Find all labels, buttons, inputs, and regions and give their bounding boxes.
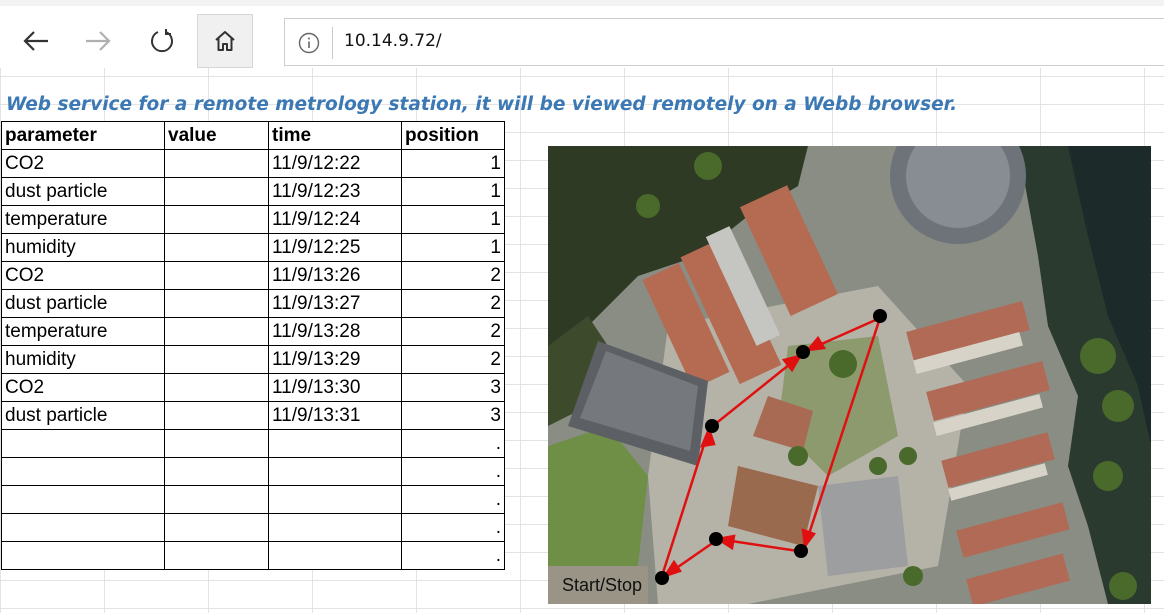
cell-position: . — [401, 513, 505, 542]
cell-position: . — [401, 429, 505, 458]
home-icon — [215, 31, 235, 51]
cell-parameter — [1, 541, 165, 570]
cell-time: 11/9/12:22 — [268, 149, 402, 178]
table-row: humidity 11/9/13:29 2 — [1, 345, 505, 374]
table-row: . — [1, 513, 505, 542]
table-row: CO2 11/9/12:22 1 — [1, 149, 505, 178]
header-time: time — [268, 121, 402, 150]
cell-value — [164, 513, 269, 542]
cell-position: . — [401, 485, 505, 514]
cell-time — [268, 513, 402, 542]
cell-value — [164, 205, 269, 234]
cell-value — [164, 401, 269, 430]
measurement-table: parameter value time position CO2 11/9/12… — [1, 121, 505, 570]
cell-time: 11/9/12:24 — [268, 205, 402, 234]
browser-toolbar: 10.14.9.72/ — [0, 6, 1164, 68]
table-row: CO2 11/9/13:30 3 — [1, 373, 505, 402]
refresh-icon — [151, 29, 173, 53]
cell-position: . — [401, 541, 505, 570]
cell-time — [268, 457, 402, 486]
cell-value — [164, 261, 269, 290]
table-header-row: parameter value time position — [1, 121, 505, 150]
table-row: temperature 11/9/13:28 2 — [1, 317, 505, 346]
arrow-right-icon — [86, 31, 111, 51]
cell-parameter: CO2 — [1, 373, 165, 402]
cell-parameter: dust particle — [1, 401, 165, 430]
cell-parameter — [1, 429, 165, 458]
table-row: dust particle 11/9/13:27 2 — [1, 289, 505, 318]
cell-time: 11/9/13:31 — [268, 401, 402, 430]
table-row: dust particle 11/9/13:31 3 — [1, 401, 505, 430]
table-row: humidity 11/9/12:25 1 — [1, 233, 505, 262]
cell-value — [164, 541, 269, 570]
cell-parameter — [1, 513, 165, 542]
address-bar[interactable]: 10.14.9.72/ — [284, 18, 1164, 66]
cell-time — [268, 541, 402, 570]
aerial-map: Start/Stop — [548, 146, 1151, 604]
cell-parameter: humidity — [1, 233, 165, 262]
cell-parameter: dust particle — [1, 177, 165, 206]
cell-value — [164, 149, 269, 178]
cell-position: 2 — [401, 261, 505, 290]
table-row: . — [1, 485, 505, 514]
cell-parameter — [1, 457, 165, 486]
table-row: . — [1, 541, 505, 570]
cell-value — [164, 429, 269, 458]
refresh-button[interactable] — [134, 14, 190, 68]
table-row: . — [1, 429, 505, 458]
forward-button[interactable] — [70, 14, 126, 68]
cell-time: 11/9/13:28 — [268, 317, 402, 346]
back-button[interactable] — [8, 14, 64, 68]
page-heading: Web service for a remote metrology stati… — [6, 94, 958, 115]
data-table-container: parameter value time position CO2 11/9/12… — [1, 121, 505, 570]
cell-parameter — [1, 485, 165, 514]
aerial-map-image: Start/Stop — [548, 146, 1151, 604]
arrow-left-icon — [23, 31, 48, 51]
cell-value — [164, 233, 269, 262]
cell-time: 11/9/13:30 — [268, 373, 402, 402]
cell-time: 11/9/12:23 — [268, 177, 402, 206]
cell-position: . — [401, 457, 505, 486]
cell-parameter: CO2 — [1, 149, 165, 178]
cell-position: 1 — [401, 205, 505, 234]
cell-parameter: dust particle — [1, 289, 165, 318]
cell-position: 1 — [401, 177, 505, 206]
header-parameter: parameter — [1, 121, 165, 150]
cell-time: 11/9/13:26 — [268, 261, 402, 290]
cell-parameter: humidity — [1, 345, 165, 374]
cell-time — [268, 429, 402, 458]
cell-parameter: CO2 — [1, 261, 165, 290]
table-row: temperature 11/9/12:24 1 — [1, 205, 505, 234]
cell-value — [164, 345, 269, 374]
cell-position: 3 — [401, 401, 505, 430]
table-row: CO2 11/9/13:26 2 — [1, 261, 505, 290]
cell-value — [164, 317, 269, 346]
header-position: position — [401, 121, 505, 150]
cell-value — [164, 373, 269, 402]
cell-time: 11/9/12:25 — [268, 233, 402, 262]
address-separator — [332, 27, 333, 59]
header-value: value — [164, 121, 269, 150]
cell-value — [164, 177, 269, 206]
cell-position: 2 — [401, 317, 505, 346]
cell-parameter: temperature — [1, 205, 165, 234]
cell-position: 1 — [401, 233, 505, 262]
start-stop-label: Start/Stop — [562, 575, 642, 595]
cell-position: 2 — [401, 289, 505, 318]
cell-time: 11/9/13:27 — [268, 289, 402, 318]
cell-time: 11/9/13:29 — [268, 345, 402, 374]
cell-position: 2 — [401, 345, 505, 374]
table-row: dust particle 11/9/12:23 1 — [1, 177, 505, 206]
table-row: . — [1, 457, 505, 486]
home-button[interactable] — [197, 14, 253, 68]
cell-value — [164, 289, 269, 318]
info-icon — [298, 32, 320, 54]
cell-value — [164, 485, 269, 514]
cell-position: 1 — [401, 149, 505, 178]
cell-position: 3 — [401, 373, 505, 402]
cell-time — [268, 485, 402, 514]
cell-parameter: temperature — [1, 317, 165, 346]
cell-value — [164, 457, 269, 486]
url-text[interactable]: 10.14.9.72/ — [344, 31, 442, 51]
